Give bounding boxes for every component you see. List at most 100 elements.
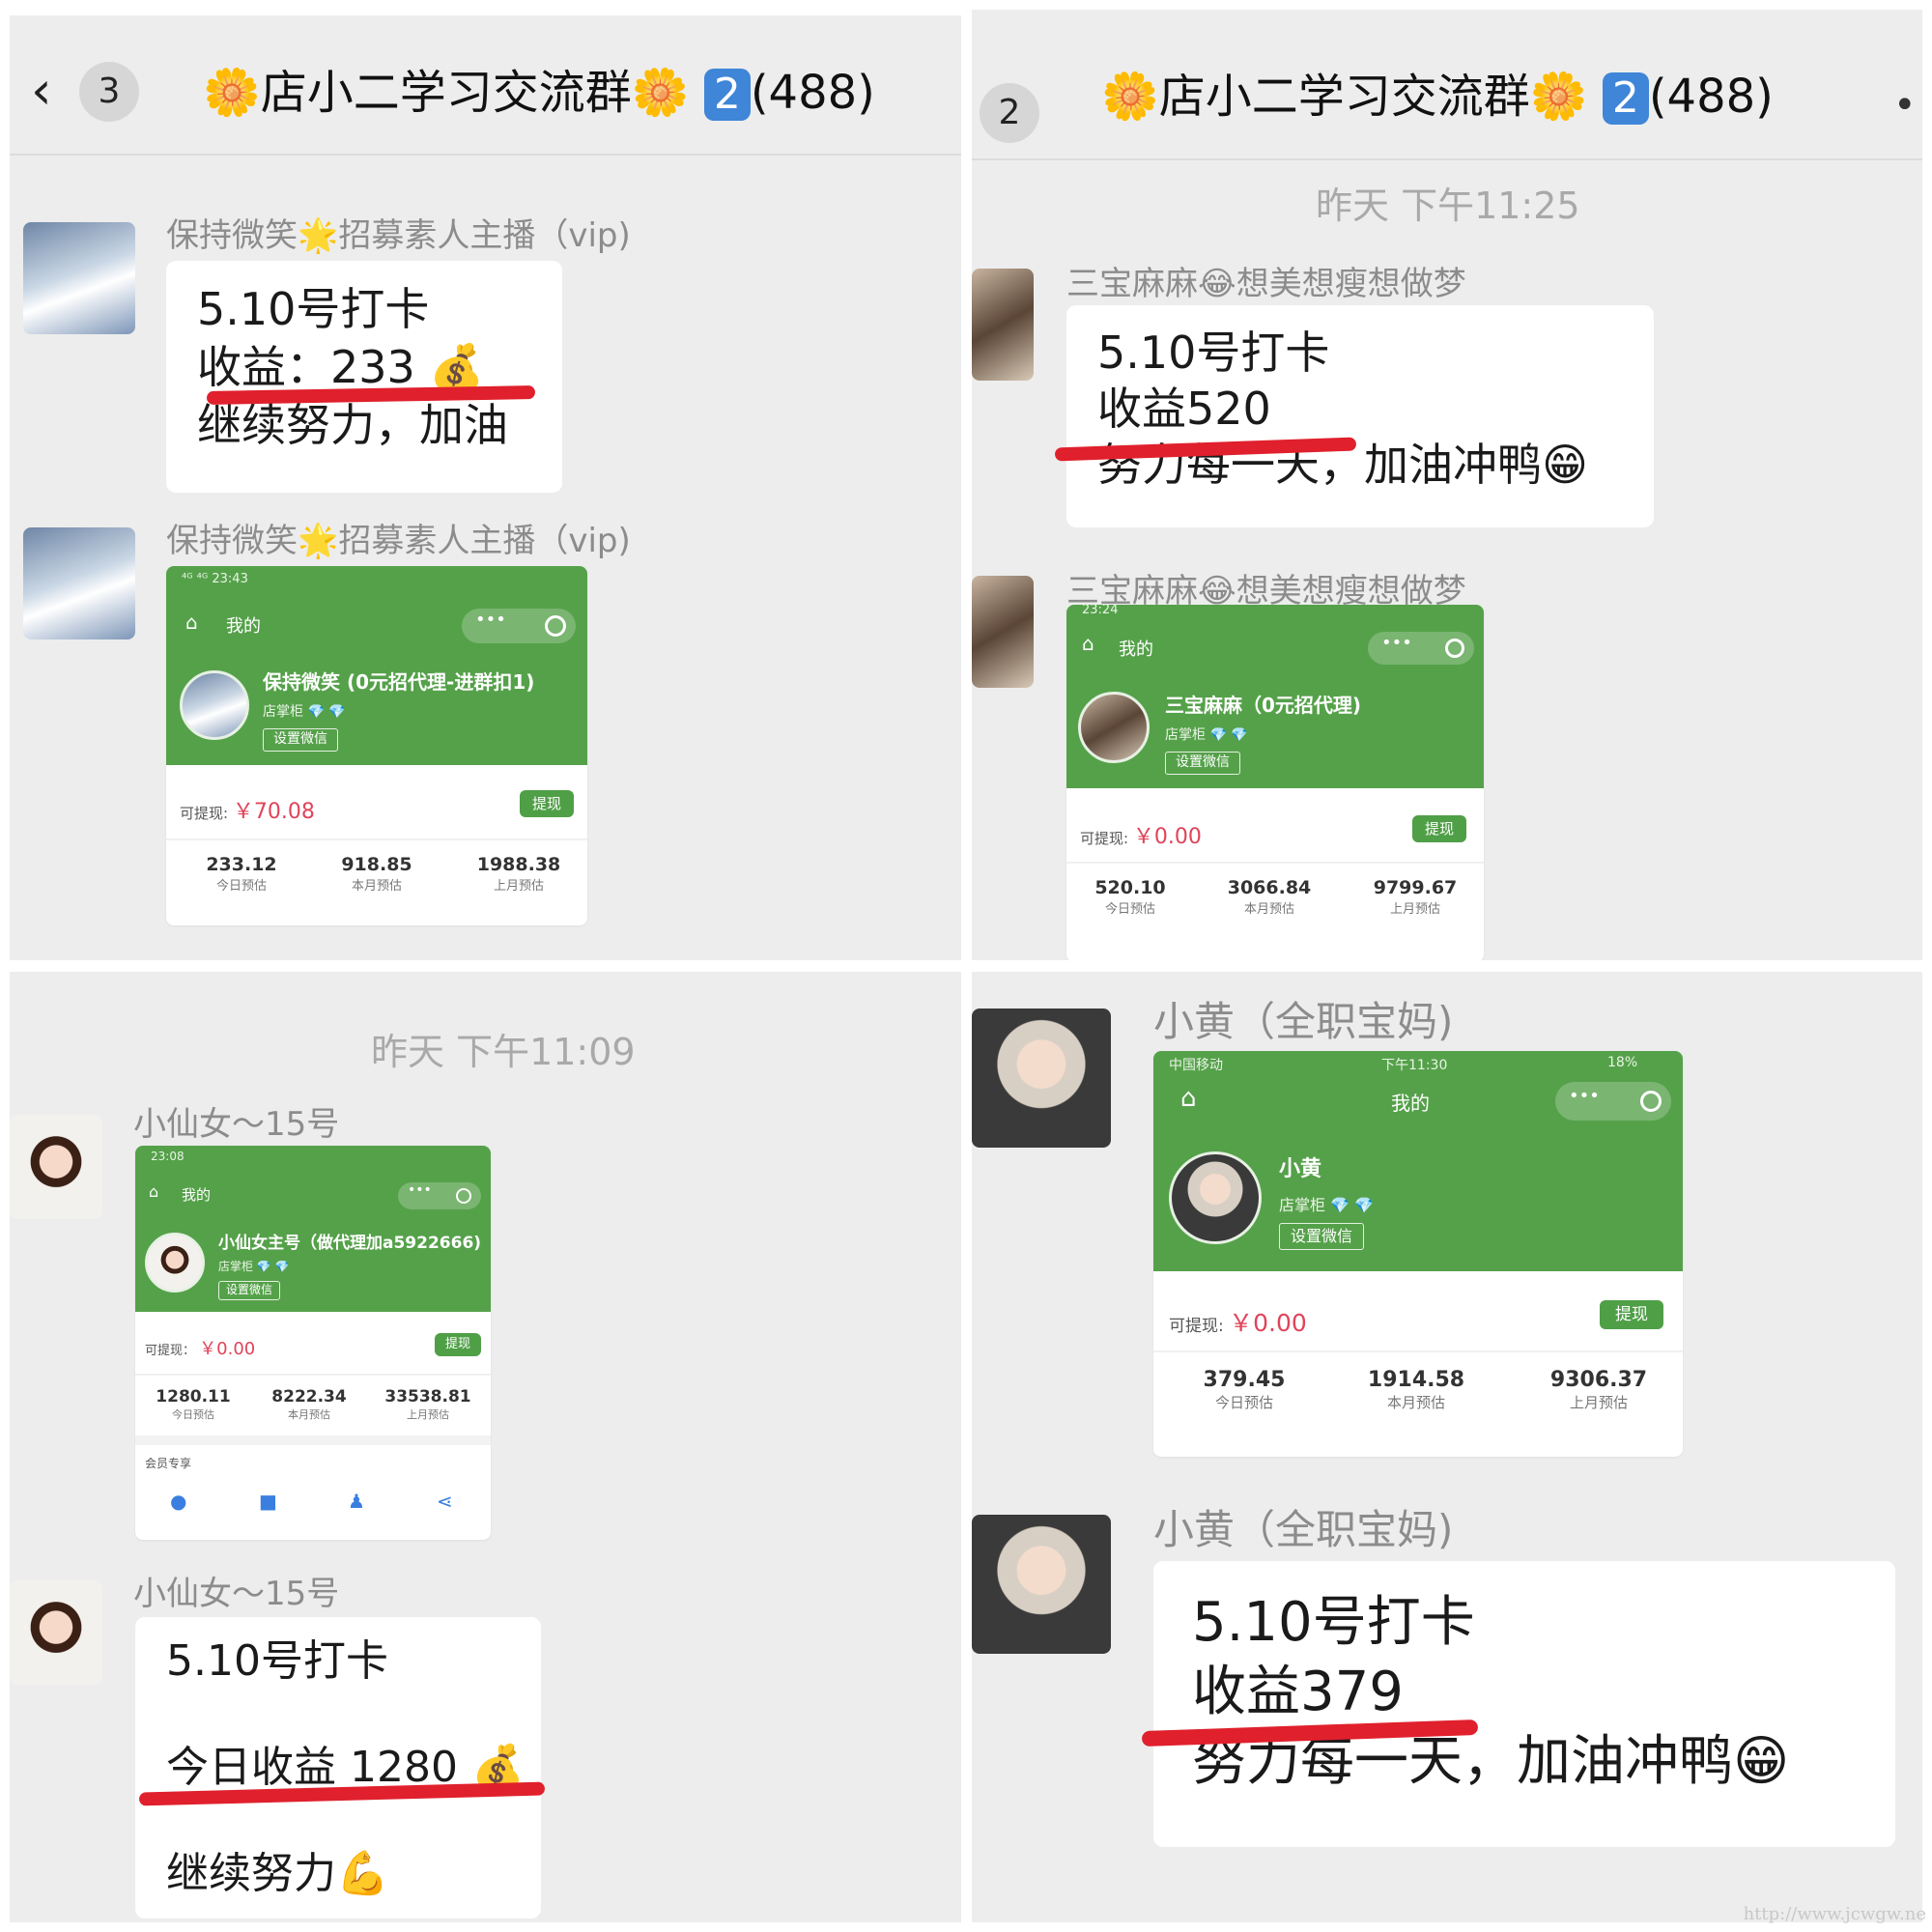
rank-label: 店掌柜 💎 💎 [263,704,346,720]
earnings-screenshot-card[interactable]: 23:08 ⌂ 我的 ••• 小仙女主号（做代理加a5922666) 店掌柜 💎… [135,1146,491,1540]
sender-name: 小仙女～15号 [133,1575,340,1613]
target-icon [545,615,566,637]
message-bubble[interactable]: 5.10号打卡 今日收益 1280 💰 继续努力💪 [135,1617,541,1918]
chat-panel-top-right: 2 🌼店小二学习交流群🌼 2 (488) • 昨天 下午11:25 三宝麻麻😂想美… [972,10,1922,960]
chat-panel-bottom-right: 小黄（全职宝妈) 中国移动 下午11:30 18% ⌂ 我的 ••• 小黄 店掌… [972,972,1922,1922]
capsule-menu[interactable]: ••• [1555,1082,1671,1121]
withdrawable-amount: ￥0.00 [1132,825,1202,849]
member-count: (488) [1648,70,1774,124]
profile-name: 三宝麻麻（0元招代理) [1165,694,1362,717]
stat-last-month: 1988.38 上月预估 [476,854,561,894]
message-bubble[interactable]: 5.10号打卡 收益：233 💰 继续努力，加油 [166,261,562,493]
home-icon: ⌂ [1082,632,1094,655]
sender-name: 三宝麻麻😂想美想瘦想做梦 [1066,265,1466,303]
wallet-icon[interactable]: ● [170,1490,186,1513]
avatar[interactable] [10,1115,102,1219]
share-icon[interactable]: ⋖ [437,1490,453,1513]
page-title: 我的 [226,616,261,637]
earnings-screenshot-card[interactable]: 23:24 ⌂ 我的 ••• 三宝麻麻（0元招代理) 店掌柜 💎 💎 设置微信 … [1066,605,1484,960]
sender-name: 保持微笑🌟招募素人主播（vip) [166,522,631,560]
capsule-menu[interactable]: ••• [1368,632,1474,665]
profile-header: 23:24 ⌂ 我的 ••• 三宝麻麻（0元招代理) 店掌柜 💎 💎 设置微信 [1066,605,1484,788]
stat-today: 520.10 今日预估 [1094,877,1166,917]
capsule-menu[interactable]: ••• [398,1182,481,1209]
flower-icon: 🌼 [1101,70,1159,124]
status-bar: 23:08 [151,1150,185,1163]
status-time: 下午11:30 [1381,1058,1448,1073]
stat-today: 379.45 今日预估 [1203,1368,1286,1411]
set-wechat-button[interactable]: 设置微信 [218,1281,280,1300]
watermark-url: http://www.jcwgw.ne [1743,1904,1926,1924]
flower-icon: 🌼 [203,66,261,120]
stat-month: 1914.58 本月预估 [1367,1368,1465,1411]
stat-last-month: 33538.81 上月预估 [384,1387,471,1421]
withdraw-button[interactable]: 提现 [435,1333,481,1356]
rank-label: 店掌柜 💎 💎 [1279,1196,1375,1214]
message-bubble[interactable]: 5.10号打卡 收益520 努力每一天，加油冲鸭😁 [1066,305,1654,527]
avatar[interactable] [23,222,135,334]
chat-panel-bottom-left: 昨天 下午11:09 小仙女～15号 23:08 ⌂ 我的 ••• 小仙女主号（… [10,972,961,1922]
profile-avatar [1078,692,1150,763]
withdraw-button[interactable]: 提现 [520,790,574,817]
status-bar: ⁴ᴳ ⁴ᴳ 23:43 [182,572,248,586]
target-icon [456,1188,471,1204]
set-wechat-button[interactable]: 设置微信 [1165,752,1240,775]
group-title: 🌼店小二学习交流群🌼 2 (488) [1101,70,1774,125]
profile-header: ⁴ᴳ ⁴ᴳ 23:43 ⌂ 我的 ••• 保持微笑 (0元招代理-进群扣1) 店… [166,566,587,765]
flower-icon: 🌼 [1529,70,1588,124]
withdraw-button[interactable]: 提现 [1412,815,1466,842]
avatar[interactable] [972,576,1034,688]
profile-header: 中国移动 下午11:30 18% ⌂ 我的 ••• 小黄 店掌柜 💎 💎 设置微… [1153,1051,1683,1271]
withdrawable-row: 可提现: ￥0.00 [1169,1309,1307,1337]
rank-label: 店掌柜 💎 💎 [218,1260,290,1273]
rank-label: 店掌柜 💎 💎 [1165,727,1248,743]
stat-today: 233.12 今日预估 [206,854,277,894]
stat-month: 8222.34 本月预估 [271,1387,347,1421]
keycap-2-icon: 2 [703,69,751,121]
home-icon: ⌂ [185,611,198,634]
member-section-title: 会员专享 [145,1457,192,1470]
withdraw-button[interactable]: 提现 [1600,1300,1663,1329]
stat-month: 3066.84 本月预估 [1227,877,1312,917]
unread-count-badge[interactable]: 3 [79,62,139,122]
withdrawable-row: 可提现: ￥0.00 [1080,825,1202,849]
stat-month: 918.85 本月预估 [341,854,412,894]
clipboard-icon[interactable]: ■ [259,1490,277,1513]
set-wechat-button[interactable]: 设置微信 [263,728,338,752]
earnings-screenshot-card[interactable]: 中国移动 下午11:30 18% ⌂ 我的 ••• 小黄 店掌柜 💎 💎 设置微… [1153,1051,1683,1457]
avatar[interactable] [972,1009,1111,1148]
sender-name: 小黄（全职宝妈) [1153,998,1454,1045]
profile-avatar [145,1233,205,1293]
avatar[interactable] [10,1580,102,1685]
more-icon: ••• [408,1182,432,1198]
unread-count-badge[interactable]: 2 [980,83,1039,143]
chat-header: ‹ 3 🌼店小二学习交流群🌼 2 (488) [10,15,961,156]
set-wechat-button[interactable]: 设置微信 [1279,1223,1364,1250]
avatar[interactable] [972,1515,1111,1654]
avatar[interactable] [972,269,1034,381]
page-title: 我的 [1119,639,1153,660]
users-icon[interactable]: ♟ [348,1490,365,1513]
profile-name: 小黄 [1279,1157,1322,1181]
more-icon[interactable]: • [1893,83,1917,128]
chat-panel-top-left: ‹ 3 🌼店小二学习交流群🌼 2 (488) 保持微笑🌟招募素人主播（vip) 5… [10,15,961,960]
carrier-label: 中国移动 [1169,1058,1223,1073]
message-bubble[interactable]: 5.10号打卡 收益379 努力每一天，加油冲鸭😁 [1153,1561,1895,1847]
target-icon [1445,639,1464,658]
capsule-menu[interactable]: ••• [462,609,576,643]
withdrawable-row: 可提现： ￥0.00 [145,1339,256,1359]
stat-last-month: 9306.37 上月预估 [1549,1368,1648,1411]
timestamp: 昨天 下午11:25 [1316,185,1580,227]
target-icon [1640,1091,1662,1112]
battery-level: 18% [1607,1055,1638,1070]
profile-avatar [180,670,249,740]
sender-name: 小仙女～15号 [133,1105,340,1144]
earnings-screenshot-card[interactable]: ⁴ᴳ ⁴ᴳ 23:43 ⌂ 我的 ••• 保持微笑 (0元招代理-进群扣1) 店… [166,566,587,925]
profile-name: 保持微笑 (0元招代理-进群扣1) [263,670,535,694]
withdrawable-row: 可提现: ￥70.08 [180,800,315,824]
withdrawable-amount: ￥70.08 [232,800,315,824]
timestamp: 昨天 下午11:09 [371,1031,636,1073]
avatar[interactable] [23,527,135,639]
more-icon: ••• [1569,1086,1600,1106]
back-button[interactable]: ‹ [31,62,70,120]
